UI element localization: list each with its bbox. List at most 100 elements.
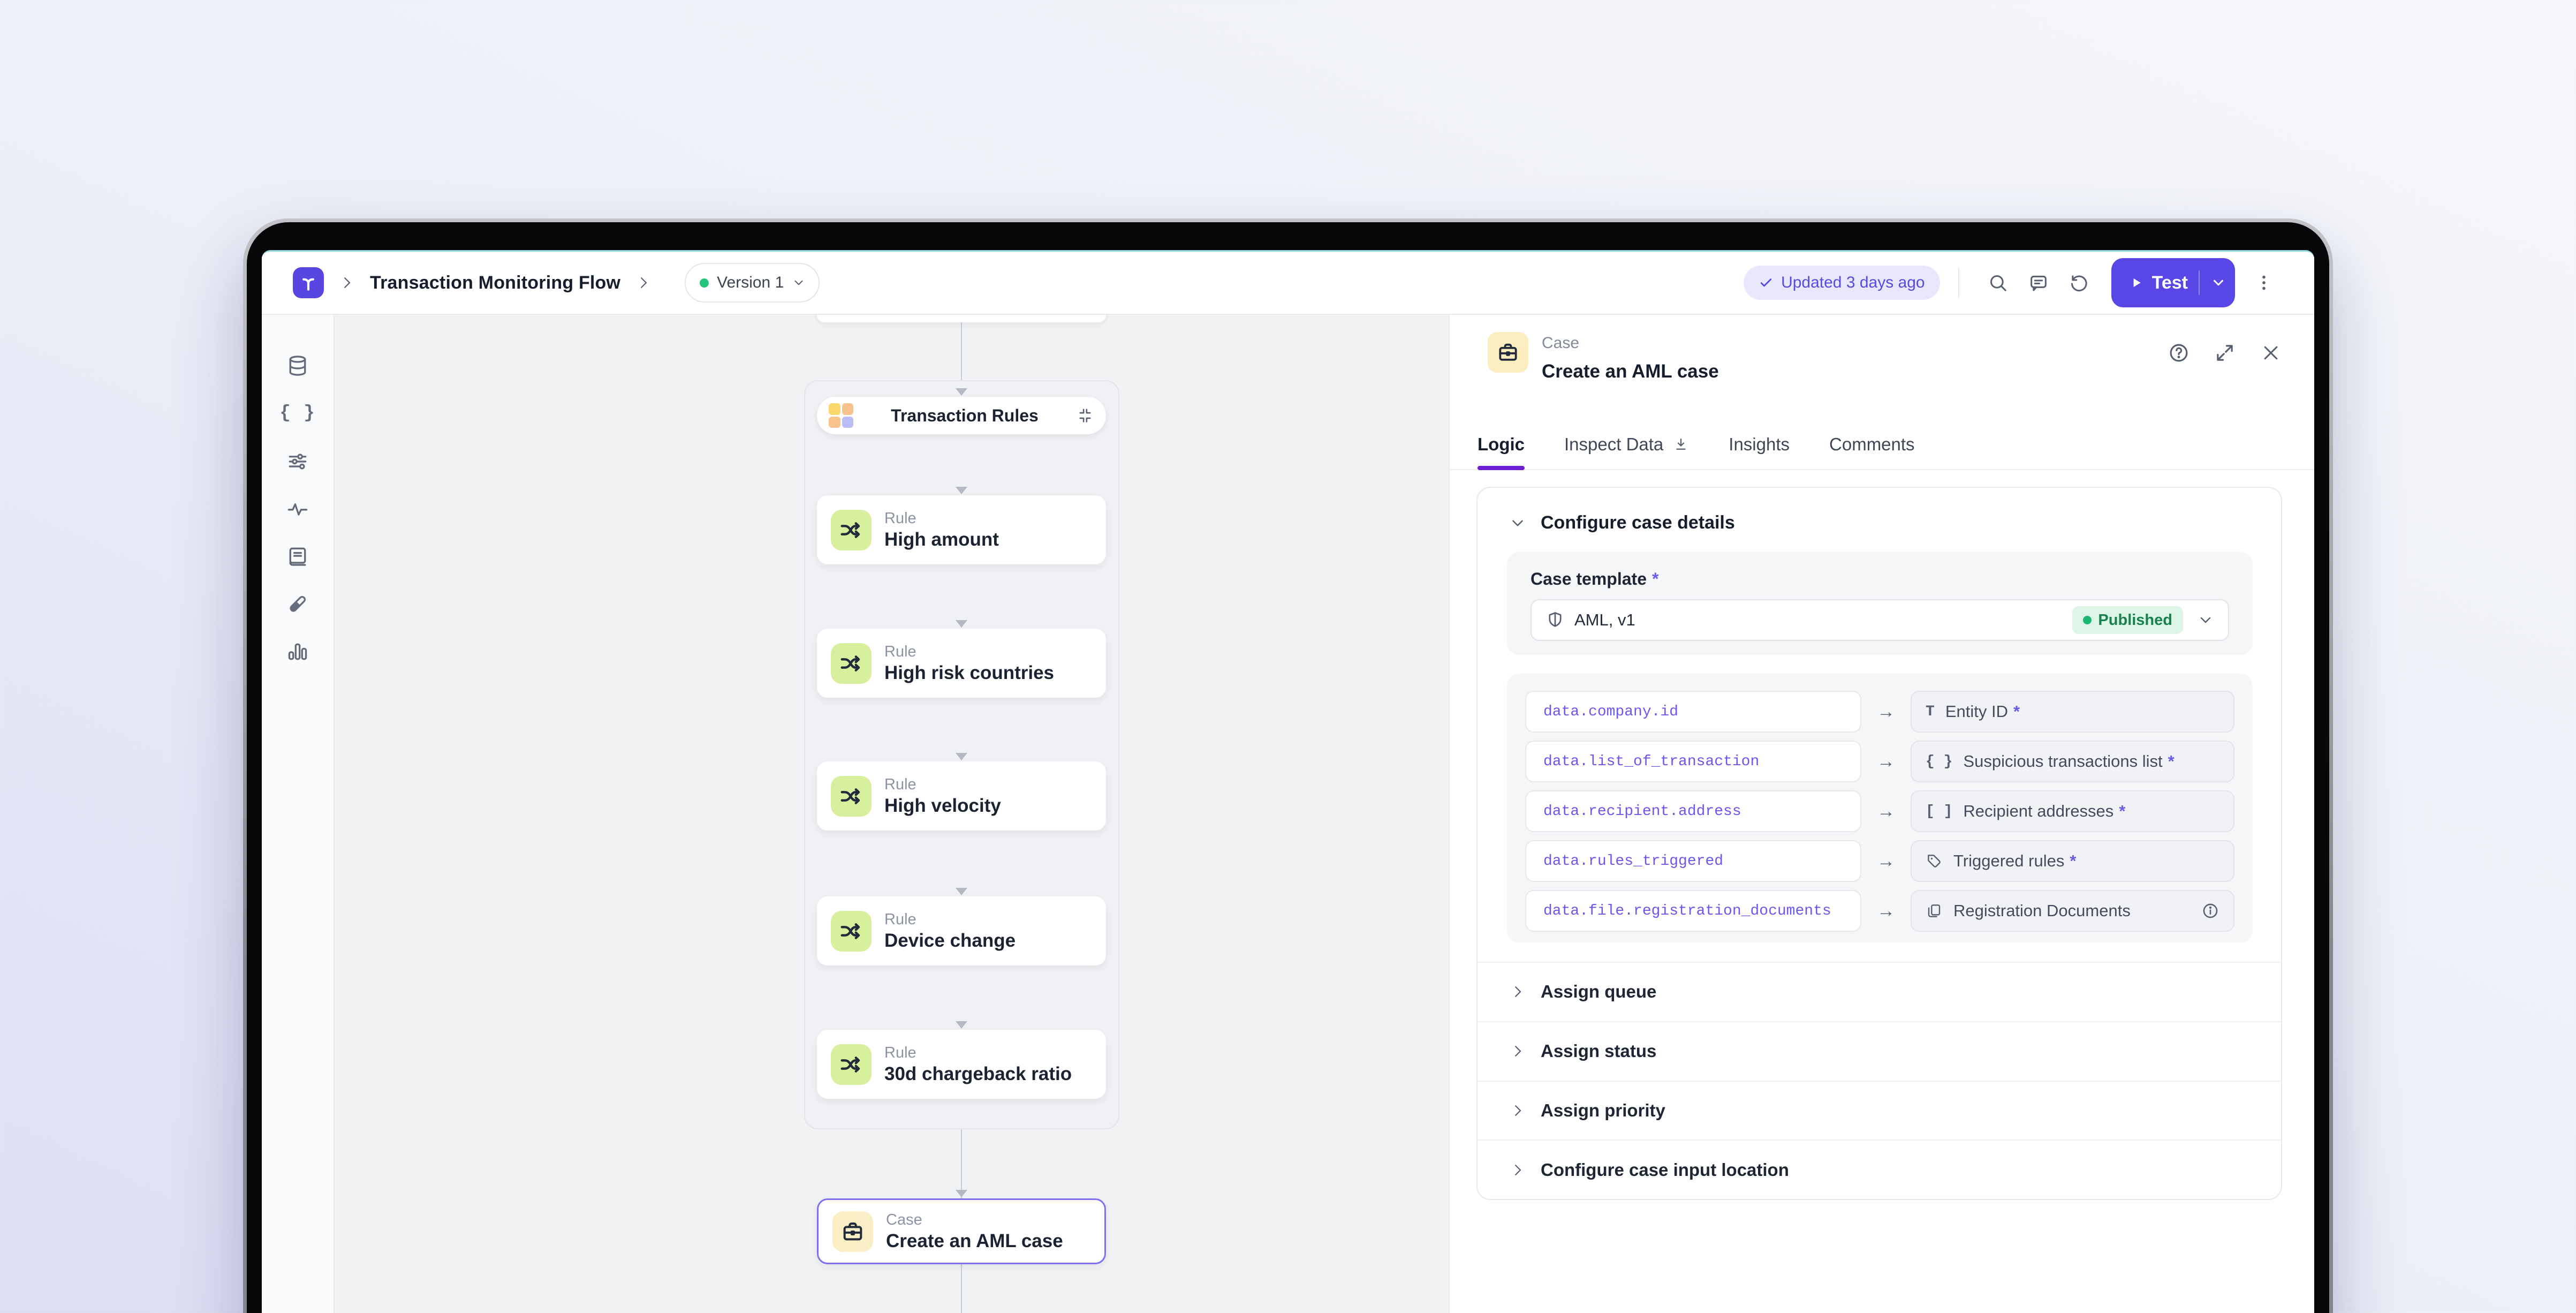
case-template-card: Case template* AML, v1 Published [1507,552,2253,655]
comments-button[interactable] [2024,268,2054,298]
mapping-target-pill[interactable]: [ ] Recipient addresses* [1911,790,2234,832]
target-name: Suspicious transactions list [1963,752,2162,771]
field-mappings-card: data.company.id → T Entity ID* data.list… [1507,674,2253,942]
section-title: Configure case input location [1541,1160,1789,1180]
version-status-dot [700,278,709,288]
flow-canvas[interactable]: Transaction Rules Rule High amount [335,315,1449,1313]
history-button[interactable] [2064,268,2094,298]
help-icon [2168,342,2190,364]
sidebar-item-code[interactable]: { } [274,389,321,437]
mapping-source-pill[interactable]: data.recipient.address [1525,790,1861,832]
mapping-target-pill[interactable]: Registration Documents [1911,890,2234,932]
laptop-bezel: Transaction Monitoring Flow Version 1 Up… [247,222,2329,1313]
mapping-source-pill[interactable]: data.company.id [1525,691,1861,733]
rule-node-30d-chargeback-ratio[interactable]: Rule 30d chargeback ratio [817,1030,1106,1099]
test-tube-icon [286,592,309,616]
shuffle-icon [831,1044,872,1085]
sliders-icon [286,449,309,473]
section-configure-case-details[interactable]: Configure case details [1509,512,1735,533]
expand-button[interactable] [2213,341,2237,365]
target-name: Triggered rules [1953,851,2064,870]
panel-actions [2166,341,2283,365]
node-type-label: Rule [884,509,999,528]
tag-type-icon [1926,852,1943,870]
chevron-down-icon [2197,612,2214,629]
section-assign-priority[interactable]: Assign priority [1478,1081,2281,1140]
connector-arrow [956,620,967,628]
connector-arrow [956,1021,967,1029]
mapping-target-pill[interactable]: T Entity ID* [1911,691,2234,733]
briefcase-icon [1496,341,1520,364]
node-type-label: Rule [884,775,1001,794]
help-button[interactable] [2166,341,2191,365]
sidebar-item-reports[interactable] [274,628,321,675]
upstream-node-partial[interactable] [817,315,1106,322]
node-name: Device change [884,929,1016,953]
section-assign-queue[interactable]: Assign queue [1478,962,2281,1021]
shuffle-icon [831,510,872,550]
mapping-row: data.recipient.address → [ ] Recipient a… [1525,790,2234,832]
sidebar-item-resources[interactable] [274,342,321,389]
mapping-source-path: data.rules_triggered [1543,853,1723,870]
test-button-divider [2199,270,2200,295]
tab-comments[interactable]: Comments [1829,420,1915,469]
mapping-target-pill[interactable]: Triggered rules* [1911,840,2234,882]
section-assign-status[interactable]: Assign status [1478,1021,2281,1081]
collapse-icon[interactable] [1076,406,1094,425]
play-icon [2130,276,2143,290]
tab-label: Logic [1478,434,1525,455]
sidebar-item-settings[interactable] [274,437,321,485]
case-node-create-aml-case[interactable]: Case Create an AML case [817,1198,1106,1264]
version-selector[interactable]: Version 1 [685,263,820,303]
case-template-select[interactable]: AML, v1 Published [1531,599,2229,641]
group-header[interactable]: Transaction Rules [817,397,1106,434]
sidebar-item-test[interactable] [274,580,321,628]
published-dot [2083,616,2092,624]
info-button[interactable] [2201,902,2219,920]
app-logo[interactable] [293,267,324,298]
close-button[interactable] [2259,341,2283,365]
chevron-down-icon[interactable] [2210,275,2226,291]
rule-node-high-velocity[interactable]: Rule High velocity [817,761,1106,831]
rule-node-device-change[interactable]: Rule Device change [817,896,1106,965]
briefcase-icon [832,1211,873,1252]
tines-logo-icon [298,273,319,293]
sidebar-item-monitoring[interactable] [274,485,321,532]
rule-node-high-risk-countries[interactable]: Rule High risk countries [817,629,1106,698]
main-area: { } [262,315,2314,1313]
sidebar-item-library[interactable] [274,532,321,580]
node-name: 30d chargeback ratio [884,1062,1072,1086]
section-configure-case-input-location[interactable]: Configure case input location [1478,1140,2281,1199]
mapping-target-label: Recipient addresses* [1963,802,2125,821]
tab-logic[interactable]: Logic [1478,420,1525,469]
test-button[interactable]: Test [2111,258,2235,307]
breadcrumb-chevron-icon [635,275,651,291]
case-template-value: AML, v1 [1574,610,1635,630]
search-button[interactable] [1983,268,2013,298]
node-name: High velocity [884,794,1001,818]
rule-node-high-amount[interactable]: Rule High amount [817,495,1106,564]
target-name: Registration Documents [1953,901,2131,920]
panel-title: Create an AML case [1542,361,1719,382]
mapping-target-label: Entity ID* [1945,702,2020,721]
chevron-right-icon [1510,984,1526,1000]
mapping-source-path: data.file.registration_documents [1543,903,1831,919]
more-options-button[interactable] [2249,268,2279,298]
mapping-source-path: data.recipient.address [1543,803,1741,820]
chevron-down-icon [792,276,806,290]
comment-icon [2028,272,2049,293]
case-template-label: Case template* [1531,569,1658,589]
node-type-label: Rule [884,1043,1072,1062]
left-toolbar: { } [262,315,335,1313]
mapping-source-pill[interactable]: data.file.registration_documents [1525,890,1861,932]
mapping-source-pill[interactable]: data.list_of_transaction [1525,741,1861,782]
tab-insights[interactable]: Insights [1729,420,1790,469]
updated-label: Updated 3 days ago [1781,274,1925,292]
tab-inspect-data[interactable]: Inspect Data [1564,420,1689,469]
mapping-source-pill[interactable]: data.rules_triggered [1525,840,1861,882]
mapping-source-path: data.list_of_transaction [1543,753,1759,770]
bar-chart-icon [286,640,309,663]
kebab-menu-icon [2254,273,2274,292]
mapping-target-pill[interactable]: { } Suspicious transactions list* [1911,741,2234,782]
search-icon [1987,272,2009,293]
